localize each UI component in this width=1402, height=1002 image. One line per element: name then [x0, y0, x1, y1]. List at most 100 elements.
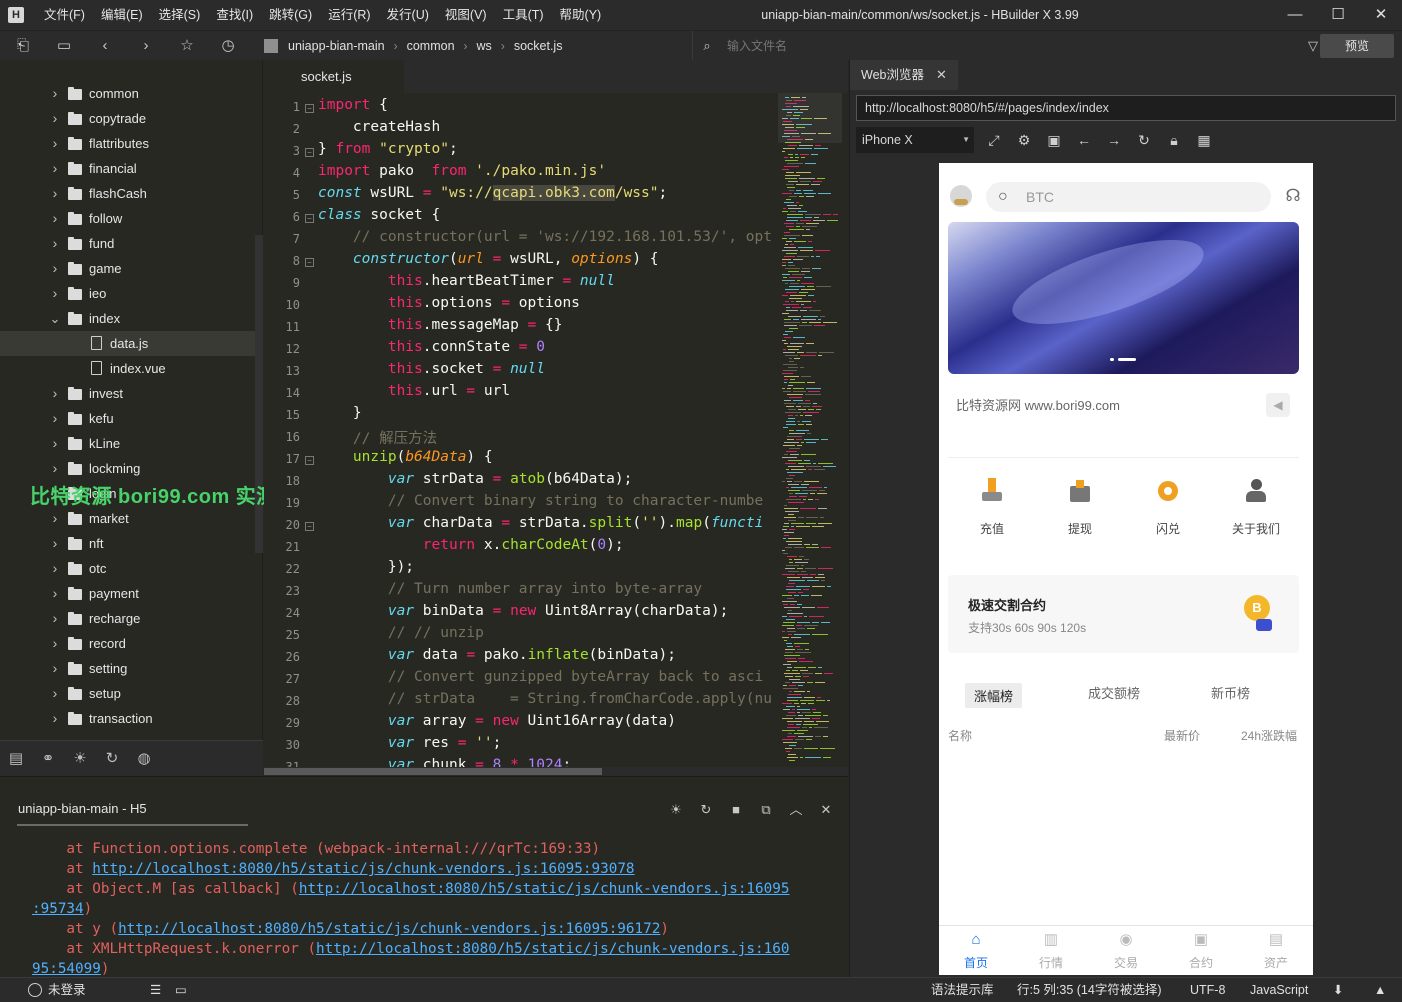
breadcrumb-item[interactable]: common: [407, 39, 455, 53]
encoding[interactable]: UTF-8: [1190, 978, 1225, 1002]
tree-folder[interactable]: › ieo: [0, 281, 255, 306]
quick-action-flash-exchange[interactable]: 闪兑: [1128, 478, 1208, 537]
tree-folder[interactable]: › record: [0, 631, 255, 656]
avatar[interactable]: [950, 185, 972, 207]
tree-folder[interactable]: › recharge: [0, 606, 255, 631]
maximize-button[interactable]: ☐: [1315, 0, 1361, 30]
tree-folder[interactable]: › kefu: [0, 406, 255, 431]
tree-folder[interactable]: › game: [0, 256, 255, 281]
fold-icon[interactable]: −: [305, 258, 314, 267]
chevron-down-icon[interactable]: ⌄: [49, 306, 61, 331]
forward-arrow-icon[interactable]: →: [1104, 130, 1124, 150]
console-link[interactable]: http://localhost:8080/h5/static/js/chunk…: [316, 941, 789, 957]
file-search-input[interactable]: [727, 37, 1287, 55]
chevron-right-icon[interactable]: ›: [49, 106, 61, 131]
tree-folder[interactable]: › nft: [0, 531, 255, 556]
search-bar[interactable]: ○ BTC: [986, 182, 1271, 212]
chevron-right-icon[interactable]: ›: [49, 206, 61, 231]
project-manager-icon[interactable]: ▤: [6, 749, 26, 769]
quick-action-withdraw[interactable]: 提现: [1040, 478, 1120, 537]
tree-folder[interactable]: › payment: [0, 581, 255, 606]
chevron-right-icon[interactable]: ›: [49, 81, 61, 106]
console-link[interactable]: http://localhost:8080/h5/static/js/chunk…: [299, 881, 790, 897]
tree-folder[interactable]: › invest: [0, 381, 255, 406]
stop-icon[interactable]: ■: [727, 801, 745, 819]
chevron-right-icon[interactable]: ›: [49, 656, 61, 681]
restart-icon[interactable]: ↻: [697, 801, 715, 819]
tree-folder[interactable]: ⌄ index: [0, 306, 255, 331]
refresh-icon[interactable]: ↻: [1134, 130, 1154, 150]
tree-folder[interactable]: › setting: [0, 656, 255, 681]
chevron-right-icon[interactable]: ›: [49, 231, 61, 256]
git-icon[interactable]: ↻: [102, 749, 122, 769]
menu-edit[interactable]: 编辑(E): [93, 0, 151, 30]
fold-icon[interactable]: −: [305, 456, 314, 465]
tree-folder[interactable]: › financial: [0, 156, 255, 181]
tree-folder[interactable]: › fund: [0, 231, 255, 256]
nav-item[interactable]: ▣ 合约: [1164, 932, 1238, 971]
console-tab[interactable]: uniapp-bian-main - H5: [18, 801, 147, 816]
megaphone-icon[interactable]: ◀: [1266, 393, 1290, 417]
console-link[interactable]: :95734: [32, 901, 84, 917]
fold-icon[interactable]: −: [305, 522, 314, 531]
chevron-right-icon[interactable]: ›: [49, 406, 61, 431]
star-icon[interactable]: ☆: [177, 36, 197, 56]
fold-icon[interactable]: −: [305, 148, 314, 157]
menu-view[interactable]: 视图(V): [437, 0, 495, 30]
chevron-right-icon[interactable]: ›: [49, 681, 61, 706]
syntax-hint-library[interactable]: 语法提示库: [931, 978, 994, 1002]
console-icon[interactable]: ▣: [1044, 130, 1064, 150]
notification-icon[interactable]: ▲: [1374, 978, 1386, 1002]
chevron-right-icon[interactable]: ›: [49, 181, 61, 206]
console-link[interactable]: http://localhost:8080/h5/static/js/chunk…: [118, 921, 660, 937]
chevron-right-icon[interactable]: ›: [49, 256, 61, 281]
tree-folder[interactable]: › flattributes: [0, 131, 255, 156]
list-icon[interactable]: ☰: [150, 978, 161, 1002]
chevron-right-icon[interactable]: ›: [49, 281, 61, 306]
quick-action-about-us[interactable]: 关于我们: [1216, 478, 1296, 537]
save-icon[interactable]: ▭: [54, 36, 74, 56]
quick-action-deposit[interactable]: 充值: [952, 478, 1032, 537]
code-editor[interactable]: 1− import {2 createHash 3−} from "crypto";…: [264, 93, 848, 767]
globe-icon[interactable]: ◍: [134, 749, 154, 769]
tree-folder[interactable]: › market: [0, 506, 255, 531]
tree-folder[interactable]: › follow: [0, 206, 255, 231]
device-select[interactable]: iPhone X ▼: [856, 127, 974, 153]
tree-folder[interactable]: › copytrade: [0, 106, 255, 131]
chevron-right-icon[interactable]: ›: [49, 456, 61, 481]
language-mode[interactable]: JavaScript: [1250, 978, 1308, 1002]
menu-select[interactable]: 选择(S): [151, 0, 209, 30]
back-arrow-icon[interactable]: ←: [1074, 130, 1094, 150]
collapse-up-icon[interactable]: ︿: [787, 801, 805, 819]
menu-run[interactable]: 运行(R): [320, 0, 378, 30]
tree-folder[interactable]: › flashCash: [0, 181, 255, 206]
chevron-right-icon[interactable]: ›: [49, 506, 61, 531]
console-link[interactable]: 95:54099: [32, 961, 101, 977]
tab-web-browser[interactable]: Web浏览器 ✕: [850, 60, 958, 90]
nav-item[interactable]: ⌂ 首页: [939, 932, 1013, 971]
tree-folder[interactable]: › transaction: [0, 706, 255, 731]
preview-button[interactable]: 预览: [1320, 34, 1394, 58]
fast-contract-card[interactable]: 极速交割合约 支持30s 60s 90s 120s B: [948, 575, 1299, 653]
tree-file[interactable]: data.js: [0, 331, 255, 356]
fold-icon[interactable]: −: [305, 214, 314, 223]
editor-scroll-thumb[interactable]: [264, 768, 602, 775]
chevron-right-icon[interactable]: ›: [49, 156, 61, 181]
rotate-icon[interactable]: ⤢: [984, 130, 1004, 150]
breadcrumb-item[interactable]: ws: [477, 39, 492, 53]
qr-code-icon[interactable]: ▦: [1194, 130, 1214, 150]
fold-icon[interactable]: −: [305, 104, 314, 113]
run-icon[interactable]: ◷: [218, 36, 238, 56]
breadcrumb-item[interactable]: uniapp-bian-main: [288, 39, 385, 53]
download-icon[interactable]: ⬇: [1333, 978, 1343, 1002]
chevron-right-icon[interactable]: ›: [49, 531, 61, 556]
login-status[interactable]: 未登录: [28, 978, 86, 1002]
headset-icon[interactable]: ☊: [1282, 186, 1304, 208]
tree-folder[interactable]: › lockming: [0, 456, 255, 481]
menu-tools[interactable]: 工具(T): [495, 0, 552, 30]
tree-folder[interactable]: › otc: [0, 556, 255, 581]
tab-volume[interactable]: 成交额榜: [1088, 683, 1140, 702]
minimap[interactable]: [778, 93, 842, 767]
breadcrumb-item[interactable]: socket.js: [514, 39, 563, 53]
menu-find[interactable]: 查找(I): [208, 0, 261, 30]
